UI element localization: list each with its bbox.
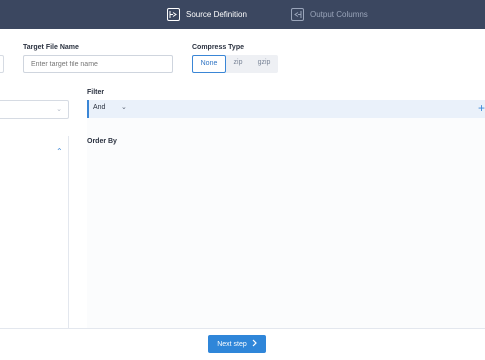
order-by-label: Order By	[87, 138, 117, 145]
filter-label: Filter	[87, 89, 105, 96]
step-output-columns[interactable]: Output Columns	[291, 6, 368, 23]
chevron-up-icon[interactable]: ⌃	[56, 147, 63, 156]
output-columns-icon	[291, 8, 304, 21]
next-step-label: Next step	[217, 340, 247, 348]
compress-option-zip[interactable]: zip	[226, 55, 250, 73]
panel-divider	[68, 136, 69, 328]
target-file-input[interactable]	[23, 55, 173, 73]
add-filter-icon[interactable]: +	[478, 100, 485, 116]
query-panel	[87, 100, 485, 328]
filter-row[interactable]: And ⌄ +	[87, 100, 485, 118]
source-definition-icon	[167, 8, 180, 21]
top-bar: Source Definition Output Columns	[0, 0, 485, 29]
compress-option-gzip[interactable]: gzip	[250, 55, 278, 73]
compress-type-label: Compress Type	[192, 44, 244, 51]
step-label: Output Columns	[310, 10, 368, 19]
left-select[interactable]: ⌄	[0, 100, 69, 119]
chevron-down-icon: ⌄	[56, 106, 62, 113]
step-source-definition[interactable]: Source Definition	[167, 6, 247, 23]
next-step-button[interactable]: Next step	[208, 335, 266, 353]
step-label: Source Definition	[186, 10, 247, 19]
left-field-fragment[interactable]	[0, 55, 4, 73]
chevron-right-icon	[252, 339, 257, 349]
filter-operator[interactable]: And	[93, 104, 105, 111]
chevron-down-icon[interactable]: ⌄	[121, 103, 127, 111]
target-file-label: Target File Name	[23, 44, 79, 51]
compress-option-none[interactable]: None	[192, 55, 226, 73]
